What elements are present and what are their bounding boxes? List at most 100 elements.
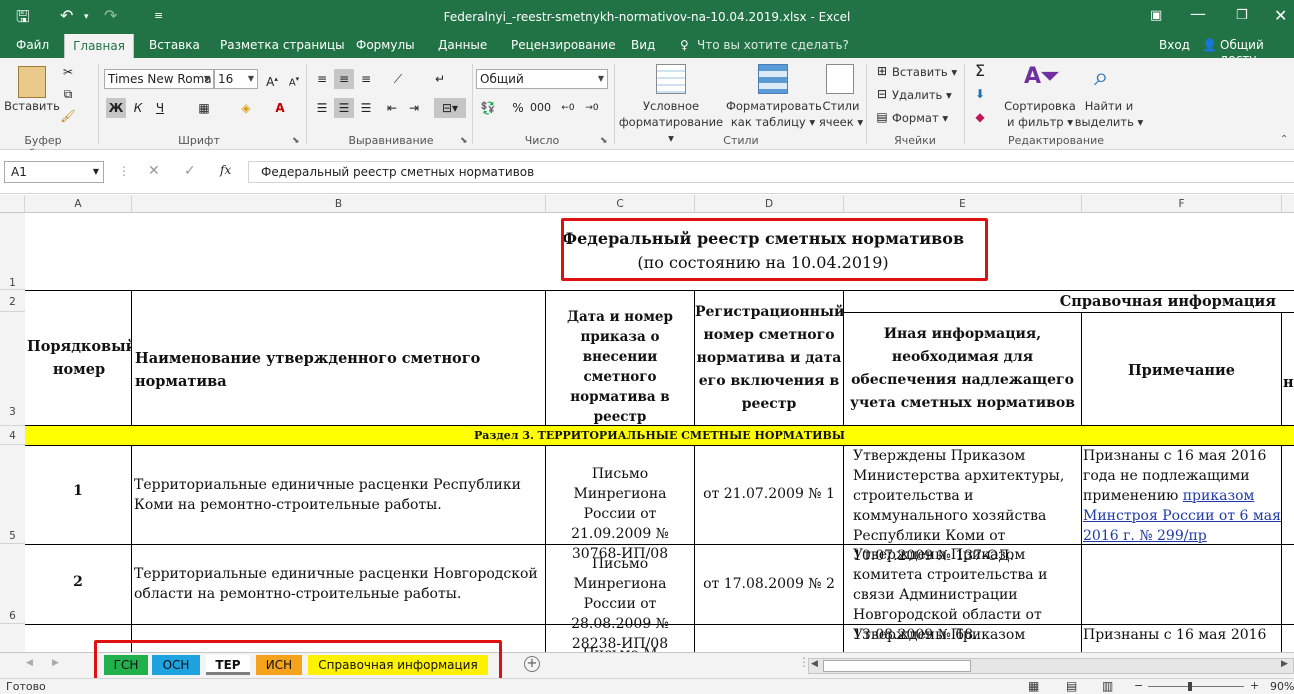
font-size-combo[interactable]: 16 ▼ (214, 69, 258, 89)
conditional-formatting-icon[interactable] (656, 64, 686, 94)
insert-cells-button[interactable]: Вставить ▾ (892, 64, 957, 80)
select-all-corner[interactable] (0, 195, 25, 213)
alignment-launcher-icon[interactable]: ⬊ (460, 136, 468, 146)
row-header[interactable]: 5 (0, 445, 25, 544)
column-header[interactable]: C (546, 195, 695, 213)
delete-cells-icon[interactable]: ⊟ (872, 84, 892, 104)
tab-home[interactable]: Главная (64, 34, 134, 58)
insert-cells-icon[interactable]: ⊞ (872, 61, 892, 81)
insert-function-icon[interactable]: fx (220, 163, 231, 177)
row-header[interactable]: 2 (0, 290, 25, 312)
borders-icon[interactable]: ▦ (194, 98, 214, 118)
tab-file[interactable]: Файл (16, 38, 49, 52)
paste-button[interactable]: Вставить (4, 98, 60, 114)
sort-filter-icon[interactable]: A⏷ (1024, 64, 1059, 89)
fill-color-icon[interactable]: ◈ (236, 98, 256, 118)
ribbon-display-icon[interactable]: ▣ (1150, 8, 1162, 23)
tab-view[interactable]: Вид (631, 38, 655, 52)
column-header[interactable]: D (695, 195, 844, 213)
close-icon[interactable]: ✕ (1274, 6, 1287, 25)
page-layout-view-icon[interactable]: ▤ (1066, 679, 1077, 693)
zoom-out-icon[interactable]: − (1134, 679, 1143, 692)
tab-data[interactable]: Данные (438, 38, 487, 52)
format-cells-button[interactable]: Формат ▾ (892, 110, 948, 126)
italic-button[interactable]: К (128, 98, 148, 118)
column-header[interactable] (1282, 195, 1294, 213)
normal-view-icon[interactable]: ▦ (1028, 679, 1039, 693)
page-break-view-icon[interactable]: ▥ (1102, 679, 1113, 693)
cancel-entry-icon[interactable]: ✕ (148, 163, 160, 179)
row-header[interactable]: 1 (0, 213, 25, 290)
percent-format-icon[interactable]: % (508, 98, 528, 118)
shrink-font-icon[interactable]: A▾ (284, 69, 304, 89)
enter-entry-icon[interactable]: ✓ (184, 163, 196, 179)
row-header[interactable] (0, 624, 25, 653)
column-header[interactable]: A (25, 195, 132, 213)
zoom-level[interactable]: 90% (1270, 680, 1294, 693)
align-top-icon[interactable]: ≡ (312, 69, 332, 89)
merge-center-icon[interactable]: ⊟▾ (434, 98, 466, 118)
comma-format-icon[interactable]: 000 (530, 98, 551, 118)
copy-icon[interactable]: ⧉ (58, 84, 78, 104)
format-as-table-icon[interactable] (758, 64, 788, 94)
horizontal-scrollbar[interactable]: ◀ ▶ (808, 658, 1294, 674)
zoom-slider-thumb[interactable] (1188, 682, 1192, 691)
align-right-icon[interactable]: ☰ (356, 98, 376, 118)
collapse-ribbon-icon[interactable]: ⌃ (1280, 134, 1288, 145)
formula-input[interactable]: Федеральный реестр сметных нормативов (248, 161, 1294, 183)
row-header[interactable]: 3 (0, 312, 25, 426)
orientation-icon[interactable]: ⟋ (388, 69, 408, 89)
align-middle-icon[interactable]: ≡ (334, 69, 354, 89)
font-launcher-icon[interactable]: ⬊ (292, 136, 300, 146)
tab-page-layout[interactable]: Разметка страницы (220, 38, 345, 52)
scroll-right-icon[interactable]: ▶ (1281, 659, 1288, 669)
grow-font-icon[interactable]: A▴ (262, 69, 282, 89)
format-cells-icon[interactable]: ▤ (872, 107, 892, 127)
restore-icon[interactable]: ❐ (1236, 8, 1248, 23)
scroll-tabs-left-icon[interactable]: ◀ (26, 658, 33, 668)
font-color-icon[interactable]: A (270, 98, 290, 118)
format-painter-icon[interactable]: 🖌 (58, 106, 78, 126)
number-launcher-icon[interactable]: ⬊ (600, 136, 608, 146)
column-header[interactable]: E (844, 195, 1082, 213)
find-select-button[interactable]: Найти и выделить ▾ (1074, 98, 1144, 130)
decrease-indent-icon[interactable]: ⇤ (382, 98, 402, 118)
minimize-icon[interactable]: — (1190, 4, 1206, 23)
wrap-text-icon[interactable]: ↵ (430, 69, 450, 89)
cell-styles-icon[interactable] (826, 64, 854, 94)
autosum-icon[interactable]: Σ (970, 61, 990, 81)
decrease-decimal-icon[interactable]: →0 (582, 98, 602, 118)
zoom-slider[interactable] (1148, 686, 1244, 687)
currency-format-icon[interactable]: 💱 (478, 98, 498, 118)
font-name-combo[interactable]: Times New Roma ▼ (104, 69, 214, 89)
row-header[interactable]: 4 (0, 426, 25, 445)
column-header[interactable]: F (1082, 195, 1282, 213)
new-sheet-icon[interactable]: + (524, 656, 540, 672)
scrollbar-thumb[interactable] (823, 660, 971, 672)
zoom-in-icon[interactable]: + (1250, 679, 1259, 692)
cut-icon[interactable]: ✂ (58, 62, 78, 82)
fill-icon[interactable]: ⬇ (970, 84, 990, 104)
find-select-icon[interactable]: ⌕ (1094, 62, 1109, 93)
increase-decimal-icon[interactable]: ←0 (558, 98, 578, 118)
number-format-combo[interactable]: Общий ▼ (476, 69, 608, 89)
align-left-icon[interactable]: ☰ (312, 98, 332, 118)
format-as-table-button[interactable]: Форматировать как таблицу ▾ (726, 98, 822, 130)
underline-button[interactable]: Ч (150, 98, 170, 118)
tab-insert[interactable]: Вставка (149, 38, 200, 52)
tellme-search[interactable]: Что вы хотите сделать? (697, 38, 849, 52)
sign-in-link[interactable]: Вход (1159, 38, 1190, 52)
row-header[interactable]: 6 (0, 544, 25, 624)
tab-formulas[interactable]: Формулы (356, 38, 415, 52)
cell-styles-button[interactable]: Стили ячеек ▾ (818, 98, 864, 130)
worksheet-grid[interactable]: Раздел 3. ТЕРРИТОРИАЛЬНЫЕ СМЕТНЫЕ НОРМАТ… (25, 213, 1294, 653)
increase-indent-icon[interactable]: ⇥ (404, 98, 424, 118)
paste-icon[interactable] (18, 66, 46, 98)
align-bottom-icon[interactable]: ≡ (356, 69, 376, 89)
scroll-left-icon[interactable]: ◀ (811, 659, 818, 669)
sort-filter-button[interactable]: Сортировка и фильтр ▾ (1004, 98, 1076, 130)
scroll-tabs-right-icon[interactable]: ▶ (52, 658, 59, 668)
name-box[interactable]: A1 ▼ (4, 161, 104, 183)
align-center-icon[interactable]: ☰ (334, 98, 354, 118)
tab-review[interactable]: Рецензирование (511, 38, 616, 52)
